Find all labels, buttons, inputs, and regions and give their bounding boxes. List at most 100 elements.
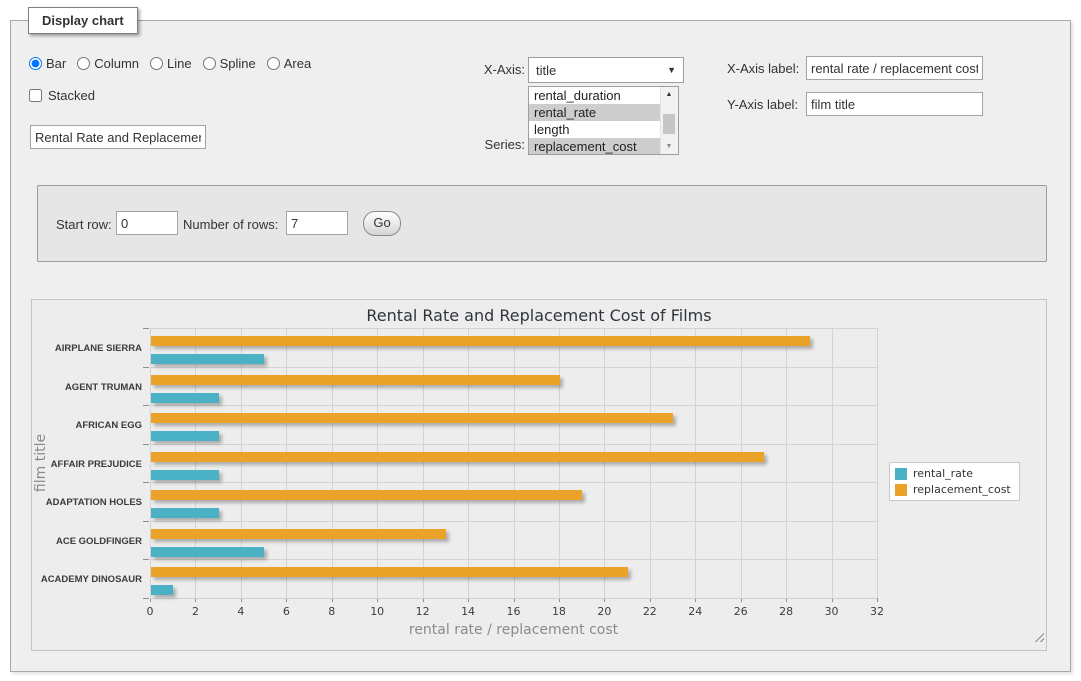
scroll-down-icon[interactable]: ▼ — [661, 139, 677, 154]
series-option-length[interactable]: length — [529, 121, 661, 138]
x-tick-label: 2 — [180, 605, 210, 618]
x-axis-select[interactable]: title ▼ — [528, 57, 684, 83]
bar-replacement_cost — [151, 452, 764, 462]
series-listbox-label: Series: — [430, 137, 525, 152]
legend-label-rental_rate: rental_rate — [913, 467, 973, 480]
chart-type-group: Bar Column Line Spline Area — [29, 56, 322, 71]
x-tick-mark — [877, 598, 878, 602]
chart-type-radio-spline[interactable] — [203, 57, 216, 70]
chart-type-option-spline[interactable]: Spline — [203, 56, 256, 71]
series-listbox-options: rental_durationrental_ratelengthreplacem… — [529, 87, 678, 155]
x-tick-label: 26 — [726, 605, 756, 618]
scrollbar-thumb[interactable] — [663, 114, 675, 134]
x-tick-label: 12 — [408, 605, 438, 618]
stacked-option[interactable]: Stacked — [29, 88, 95, 103]
category-label: ADAPTATION HOLES — [34, 497, 142, 508]
y-gridline — [150, 482, 877, 483]
chart-type-radio-bar[interactable] — [29, 57, 42, 70]
y-axis-label-input[interactable] — [806, 92, 983, 116]
series-option-rental_duration[interactable]: rental_duration — [529, 87, 661, 104]
bar-replacement_cost — [151, 567, 628, 577]
bar-rental_rate — [151, 547, 264, 557]
bar-rental_rate — [151, 585, 173, 595]
x-gridline — [150, 328, 151, 598]
chart-type-radio-line[interactable] — [150, 57, 163, 70]
chart-type-option-label: Bar — [46, 56, 66, 71]
x-gridline — [468, 328, 469, 598]
y-gridline — [150, 328, 877, 329]
legend-swatch-replacement_cost — [895, 484, 907, 496]
y-tick-mark — [143, 521, 149, 522]
chart-container: Rental Rate and Replacement Cost of Film… — [31, 299, 1047, 651]
bar-rental_rate — [151, 508, 219, 518]
y-gridline — [150, 444, 877, 445]
y-tick-mark — [143, 559, 149, 560]
x-gridline — [741, 328, 742, 598]
x-tick-label: 30 — [817, 605, 847, 618]
category-label: AGENT TRUMAN — [34, 382, 142, 393]
listbox-scrollbar[interactable]: ▲ ▼ — [660, 87, 678, 154]
x-gridline — [377, 328, 378, 598]
x-axis-label-input[interactable] — [806, 56, 983, 80]
x-gridline — [241, 328, 242, 598]
chart-type-option-label: Column — [94, 56, 139, 71]
y-tick-mark — [143, 444, 149, 445]
x-gridline — [695, 328, 696, 598]
bar-replacement_cost — [151, 529, 446, 539]
series-option-rental_rate[interactable]: rental_rate — [529, 104, 661, 121]
y-gridline — [150, 521, 877, 522]
rows-form-panel: Start row: Number of rows: Go — [37, 185, 1047, 262]
start-row-input[interactable] — [116, 211, 178, 235]
start-row-label: Start row: — [56, 217, 112, 232]
plot-area: rental rate / replacement cost 024681012… — [150, 328, 877, 598]
chart-type-option-line[interactable]: Line — [150, 56, 192, 71]
number-of-rows-input[interactable] — [286, 211, 348, 235]
bar-replacement_cost — [151, 375, 560, 385]
x-gridline — [286, 328, 287, 598]
category-label: ACE GOLDFINGER — [34, 536, 142, 547]
chart-legend: rental_rate replacement_cost — [889, 462, 1020, 501]
go-button[interactable]: Go — [363, 211, 401, 236]
x-gridline — [559, 328, 560, 598]
legend-item-replacement_cost: replacement_cost — [895, 483, 1011, 496]
chart-type-option-bar[interactable]: Bar — [29, 56, 66, 71]
page: Display chart BarColumnLineSplineArea St… — [0, 0, 1081, 681]
bar-rental_rate — [151, 431, 219, 441]
x-tick-label: 10 — [362, 605, 392, 618]
x-axis-label-label: X-Axis label: — [727, 61, 799, 76]
chart-type-radio-area[interactable] — [267, 57, 280, 70]
y-tick-mark — [143, 367, 149, 368]
resize-handle-icon[interactable] — [1032, 630, 1044, 642]
x-tick-label: 8 — [317, 605, 347, 618]
legend-swatch-rental_rate — [895, 468, 907, 480]
series-listbox[interactable]: rental_durationrental_ratelengthreplacem… — [528, 86, 679, 155]
series-option-replacement_cost[interactable]: replacement_cost — [529, 138, 661, 155]
stacked-checkbox[interactable] — [29, 89, 42, 102]
chart-type-option-label: Spline — [220, 56, 256, 71]
legend-label-replacement_cost: replacement_cost — [913, 483, 1011, 496]
y-tick-mark — [143, 405, 149, 406]
x-gridline — [195, 328, 196, 598]
bar-replacement_cost — [151, 413, 673, 423]
chart-title-input[interactable] — [30, 125, 206, 149]
category-label: AIRPLANE SIERRA — [34, 343, 142, 354]
x-tick-label: 22 — [635, 605, 665, 618]
chart-x-axis-title: rental rate / replacement cost — [150, 622, 877, 638]
y-gridline — [150, 405, 877, 406]
x-tick-label: 16 — [499, 605, 529, 618]
chart-title: Rental Rate and Replacement Cost of Film… — [32, 306, 1046, 325]
bar-rental_rate — [151, 470, 219, 480]
x-tick-label: 28 — [771, 605, 801, 618]
x-tick-label: 0 — [135, 605, 165, 618]
category-label: AFFAIR PREJUDICE — [34, 459, 142, 470]
chart-type-option-label: Area — [284, 56, 311, 71]
chart-type-radio-column[interactable] — [77, 57, 90, 70]
category-label: ACADEMY DINOSAUR — [34, 574, 142, 585]
chart-type-option-area[interactable]: Area — [267, 56, 311, 71]
y-tick-mark — [143, 328, 149, 329]
chevron-down-icon: ▼ — [667, 65, 676, 75]
scroll-up-icon[interactable]: ▲ — [661, 87, 677, 102]
chart-type-option-column[interactable]: Column — [77, 56, 139, 71]
number-of-rows-label: Number of rows: — [183, 217, 278, 232]
x-axis-select-label: X-Axis: — [430, 62, 525, 77]
